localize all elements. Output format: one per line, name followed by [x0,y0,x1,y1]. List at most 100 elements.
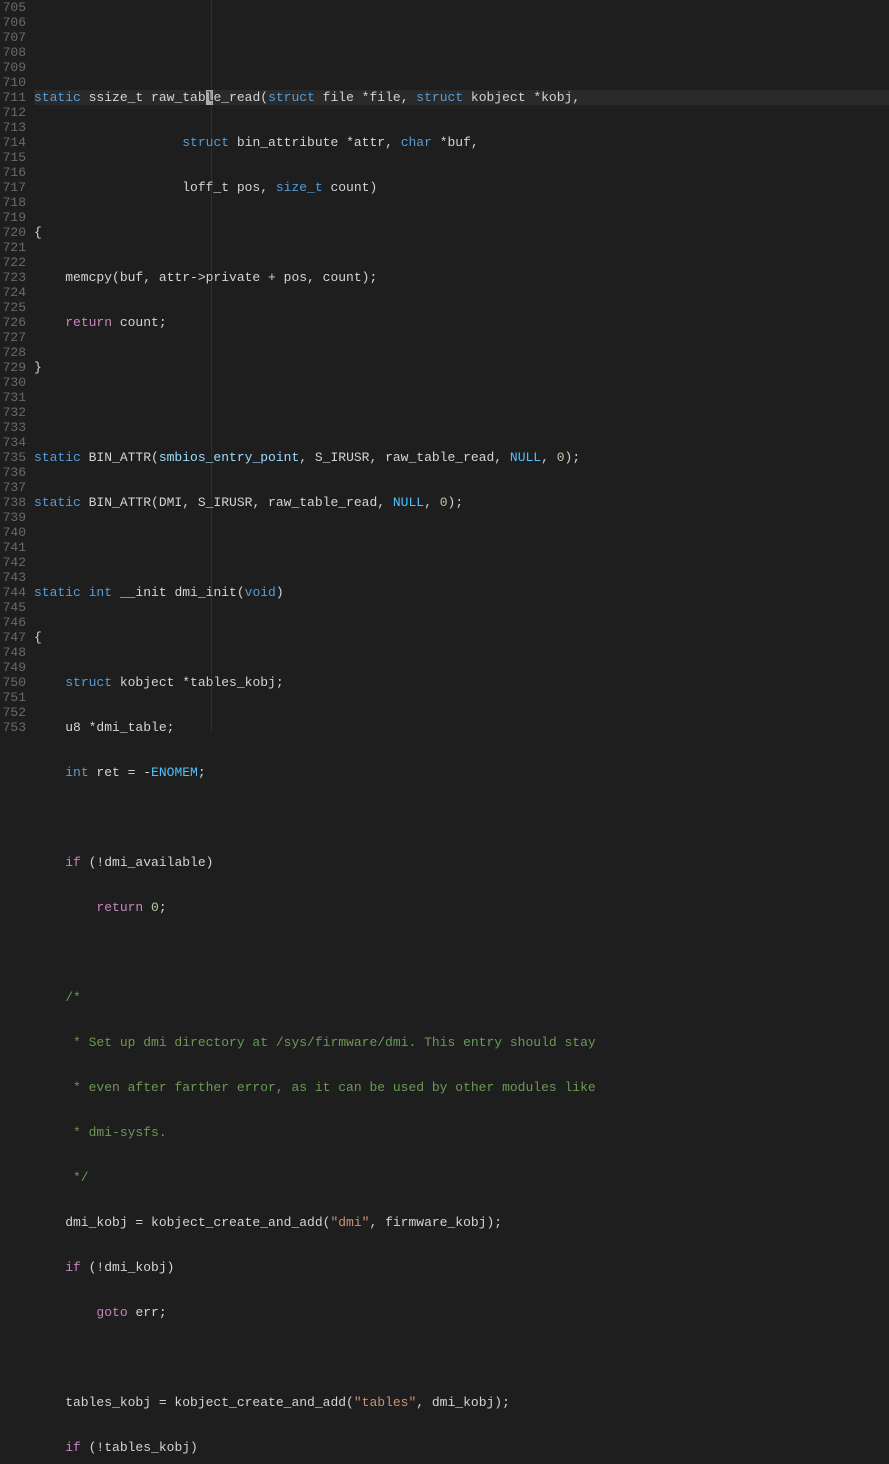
keyword: static [34,495,81,510]
code-line[interactable]: static ssize_t raw_table_read(struct fil… [34,90,889,105]
code-text: dmi_kobj = kobject_create_and_add( [34,1215,330,1230]
code-line[interactable]: dmi_kobj = kobject_create_and_add("dmi",… [34,1215,889,1230]
code-text [34,900,96,915]
number: 0 [440,495,448,510]
code-line[interactable]: struct bin_attribute *attr, char *buf, [34,135,889,150]
code-text: BIN_ATTR(DMI, S_IRUSR, raw_table_read, [81,495,393,510]
code-line[interactable] [34,405,889,420]
keyword: void [245,585,276,600]
line-number: 742 [0,555,26,570]
keyword: struct [65,675,112,690]
code-line[interactable]: memcpy(buf, attr->private + pos, count); [34,270,889,285]
code-line[interactable]: int ret = -ENOMEM; [34,765,889,780]
code-line[interactable]: * Set up dmi directory at /sys/firmware/… [34,1035,889,1050]
keyword: struct [268,90,315,105]
code-line[interactable]: { [34,630,889,645]
code-text: ssize_t raw_tab [81,90,206,105]
code-text: count; [112,315,167,330]
code-line[interactable]: tables_kobj = kobject_create_and_add("ta… [34,1395,889,1410]
line-number: 721 [0,240,26,255]
line-number: 750 [0,675,26,690]
keyword: int [89,585,112,600]
line-number: 731 [0,390,26,405]
code-text: ret = - [89,765,151,780]
line-number: 725 [0,300,26,315]
keyword: return [96,900,143,915]
code-text: ) [276,585,284,600]
line-number: 735 [0,450,26,465]
code-text: , [424,495,440,510]
code-line[interactable]: static int __init dmi_init(void) [34,585,889,600]
code-line[interactable] [34,945,889,960]
line-number: 724 [0,285,26,300]
line-number: 747 [0,630,26,645]
code-line[interactable] [34,540,889,555]
code-text: } [34,360,42,375]
code-line[interactable]: { [34,225,889,240]
code-line[interactable]: */ [34,1170,889,1185]
code-line[interactable]: if (!dmi_kobj) [34,1260,889,1275]
keyword: if [65,1440,81,1455]
line-number: 753 [0,720,26,735]
code-text: ); [565,450,581,465]
code-text: (!dmi_available) [81,855,214,870]
string: "dmi" [330,1215,369,1230]
code-line[interactable]: /* [34,990,889,1005]
line-number: 726 [0,315,26,330]
code-text: err; [128,1305,167,1320]
line-number: 720 [0,225,26,240]
code-text [143,900,151,915]
code-line[interactable]: } [34,360,889,375]
line-number: 714 [0,135,26,150]
line-number: 732 [0,405,26,420]
code-line[interactable]: * even after farther error, as it can be… [34,1080,889,1095]
comment: * even after farther error, as it can be… [34,1080,596,1095]
code-text: count) [323,180,378,195]
comment: * Set up dmi directory at /sys/firmware/… [34,1035,596,1050]
line-number: 736 [0,465,26,480]
line-number: 719 [0,210,26,225]
code-line[interactable]: loff_t pos, size_t count) [34,180,889,195]
code-area[interactable]: static ssize_t raw_table_read(struct fil… [34,0,889,732]
code-text [34,135,182,150]
keyword: struct [416,90,463,105]
comment: /* [34,990,81,1005]
line-number: 739 [0,510,26,525]
keyword: static [34,585,81,600]
code-line[interactable]: return 0; [34,900,889,915]
code-line[interactable]: static BIN_ATTR(DMI, S_IRUSR, raw_table_… [34,495,889,510]
line-number: 752 [0,705,26,720]
keyword: if [65,855,81,870]
code-line[interactable] [34,810,889,825]
constant: ENOMEM [151,765,198,780]
code-line[interactable]: return count; [34,315,889,330]
code-text: , [541,450,557,465]
code-line[interactable]: * dmi-sysfs. [34,1125,889,1140]
code-line[interactable] [34,1350,889,1365]
code-text: BIN_ATTR( [81,450,159,465]
line-number: 737 [0,480,26,495]
code-line[interactable]: goto err; [34,1305,889,1320]
string: "tables" [354,1395,416,1410]
line-number: 718 [0,195,26,210]
code-text: u8 *dmi_table; [34,720,174,735]
code-line[interactable]: struct kobject *tables_kobj; [34,675,889,690]
line-number: 706 [0,15,26,30]
code-line[interactable] [34,45,889,60]
code-line[interactable]: if (!dmi_available) [34,855,889,870]
code-text [34,1260,65,1275]
code-editor[interactable]: 705 706 707 708 709 710 711 712 713 714 … [0,0,889,732]
line-number: 746 [0,615,26,630]
code-line[interactable]: static BIN_ATTR(smbios_entry_point, S_IR… [34,450,889,465]
code-text: ; [159,900,167,915]
code-text [34,1305,96,1320]
line-number: 733 [0,420,26,435]
code-text: , firmware_kobj); [369,1215,502,1230]
code-line[interactable]: if (!tables_kobj) [34,1440,889,1455]
line-number: 734 [0,435,26,450]
code-text: bin_attribute *attr, [229,135,401,150]
line-number: 751 [0,690,26,705]
line-number: 709 [0,60,26,75]
code-line[interactable]: u8 *dmi_table; [34,720,889,735]
code-text: { [34,225,42,240]
